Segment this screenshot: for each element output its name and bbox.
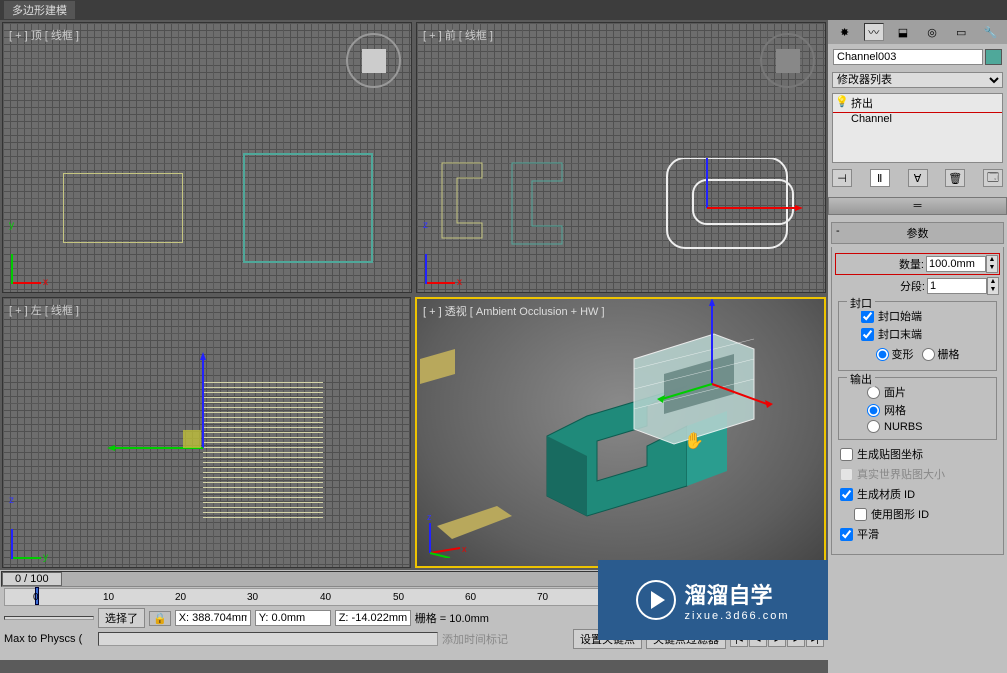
- left-gizmo: [83, 348, 363, 548]
- smooth-checkbox[interactable]: [840, 528, 853, 541]
- axis-gizmo: y z: [11, 509, 61, 559]
- viewport-perspective[interactable]: [ + ] 透视 [ Ambient Occlusion + HW ]: [415, 297, 826, 568]
- create-tab-icon[interactable]: ✸: [835, 23, 855, 41]
- coord-x-input[interactable]: [175, 610, 251, 626]
- script-listener[interactable]: [4, 616, 94, 620]
- command-panel: ✸ 〰 ⬓ ◎ ▭ 🔧 修改器列表 💡 挤出 Channel: [828, 20, 1007, 673]
- viewport-label-persp[interactable]: [ + ] 透视 [ Ambient Occlusion + HW ]: [423, 303, 605, 319]
- selected-label: 选择了: [98, 608, 145, 628]
- deform-radio[interactable]: [876, 348, 889, 361]
- top-tab-bar: 多边形建模: [0, 0, 1007, 20]
- modifier-list-dropdown[interactable]: 修改器列表: [832, 72, 1003, 88]
- output-nurbs-radio[interactable]: [867, 420, 880, 433]
- modifier-extrude[interactable]: 💡 挤出: [833, 94, 1002, 112]
- hierarchy-tab-icon[interactable]: ⬓: [893, 23, 913, 41]
- rollout-params-body: 数量: ▲▼ 分段: ▲▼ 封口 封口始端 封口末端: [831, 247, 1004, 555]
- group-output: 输出 面片 网格 NURBS: [838, 377, 997, 440]
- group-cap: 封口 封口始端 封口末端 变形 栅格: [838, 301, 997, 371]
- viewport-label-front[interactable]: [ + ] 前 [ 线框 ]: [423, 27, 493, 43]
- pin-stack-button[interactable]: ⊣: [832, 169, 852, 187]
- amount-input[interactable]: [926, 256, 986, 272]
- output-group-title: 输出: [847, 371, 875, 387]
- prompt-area: [98, 632, 438, 646]
- gen-mat-ids-checkbox[interactable]: [840, 488, 853, 501]
- viewport-left[interactable]: [ + ] 左 [ 线框 ] y z: [2, 297, 411, 568]
- tab-polymodel[interactable]: 多边形建模: [4, 1, 75, 19]
- viewport-label-top[interactable]: [ + ] 顶 [ 线框 ]: [9, 27, 79, 43]
- coord-z-input[interactable]: [335, 610, 411, 626]
- bottom-panel: 0 / 100 ▸ 0 10 20 30 40 50 60 70 80 90 1: [0, 570, 828, 660]
- coord-y-input[interactable]: [255, 610, 331, 626]
- real-world-checkbox: [840, 468, 853, 481]
- cap-group-title: 封口: [847, 295, 875, 311]
- shape-outline-teal: [243, 153, 373, 263]
- output-patch-radio[interactable]: [867, 386, 880, 399]
- motion-tab-icon[interactable]: ◎: [922, 23, 942, 41]
- object-color-swatch[interactable]: [985, 49, 1002, 65]
- segments-input[interactable]: [927, 278, 987, 294]
- axis-gizmo: x z y: [425, 508, 475, 558]
- remove-modifier-button[interactable]: 🗑: [945, 169, 965, 187]
- viewcube[interactable]: [346, 33, 401, 88]
- watermark-title: 溜溜自学: [684, 578, 789, 610]
- param-amount-row: 数量: ▲▼: [836, 254, 999, 274]
- output-mesh-radio[interactable]: [867, 404, 880, 417]
- watermark: 溜溜自学 zixue.3d66.com: [598, 560, 828, 640]
- param-segments-row: 分段: ▲▼: [836, 277, 999, 295]
- maxscript-label: Max to Physcs (: [4, 633, 94, 645]
- hand-cursor-icon: ✋: [684, 431, 704, 451]
- grid-radio[interactable]: [922, 348, 935, 361]
- svg-text:z: z: [427, 512, 432, 522]
- gen-map-coords-checkbox[interactable]: [840, 448, 853, 461]
- viewports-grid: [ + ] 顶 [ 线框 ] x y [ + ] 前 [ 线框 ]: [0, 20, 828, 673]
- viewport-label-left[interactable]: [ + ] 左 [ 线框 ]: [9, 302, 79, 318]
- collapse-icon: -: [836, 225, 840, 237]
- lock-icon[interactable]: 🔒: [149, 611, 171, 626]
- frame-indicator[interactable]: 0 / 100: [2, 572, 62, 586]
- show-end-result-button[interactable]: Ⅱ: [870, 169, 890, 187]
- front-shapes: [427, 158, 817, 288]
- modifier-channel[interactable]: Channel: [833, 112, 1002, 126]
- axis-gizmo: x y: [11, 234, 61, 284]
- shape-outline: [63, 173, 183, 243]
- command-panel-tabs: ✸ 〰 ⬓ ◎ ▭ 🔧: [828, 20, 1007, 44]
- add-time-tag[interactable]: 添加时间标记: [442, 631, 508, 647]
- play-circle-icon: [636, 580, 676, 620]
- amount-label: 数量:: [899, 256, 924, 272]
- display-tab-icon[interactable]: ▭: [951, 23, 971, 41]
- viewport-front[interactable]: [ + ] 前 [ 线框 ] x z: [416, 22, 826, 293]
- svg-text:x: x: [462, 544, 467, 554]
- segments-label: 分段:: [900, 278, 925, 294]
- make-unique-button[interactable]: ∀: [908, 169, 928, 187]
- persp-gizmo: [617, 297, 817, 494]
- grid-size-label: 栅格 = 10.0mm: [415, 610, 489, 626]
- visibility-toggle-icon[interactable]: 💡: [835, 95, 849, 108]
- watermark-url: zixue.3d66.com: [684, 610, 789, 622]
- amount-spinner[interactable]: ▲▼: [986, 255, 998, 273]
- utilities-tab-icon[interactable]: 🔧: [980, 23, 1000, 41]
- use-shape-ids-checkbox[interactable]: [854, 508, 867, 521]
- panel-separator[interactable]: ═: [828, 197, 1007, 215]
- segments-spinner[interactable]: ▲▼: [987, 277, 999, 295]
- configure-sets-button[interactable]: 🗔: [983, 169, 1003, 187]
- cap-start-checkbox[interactable]: [861, 310, 874, 323]
- modifier-stack[interactable]: 💡 挤出 Channel: [832, 93, 1003, 163]
- viewcube[interactable]: [760, 33, 815, 88]
- object-name-input[interactable]: [833, 49, 983, 65]
- viewport-top[interactable]: [ + ] 顶 [ 线框 ] x y: [2, 22, 412, 293]
- rollout-params-header[interactable]: - 参数: [831, 222, 1004, 244]
- modify-tab-icon[interactable]: 〰: [864, 23, 884, 41]
- yellow-slab-1: [420, 339, 460, 419]
- cap-end-checkbox[interactable]: [861, 328, 874, 341]
- axis-gizmo: x z: [425, 234, 475, 284]
